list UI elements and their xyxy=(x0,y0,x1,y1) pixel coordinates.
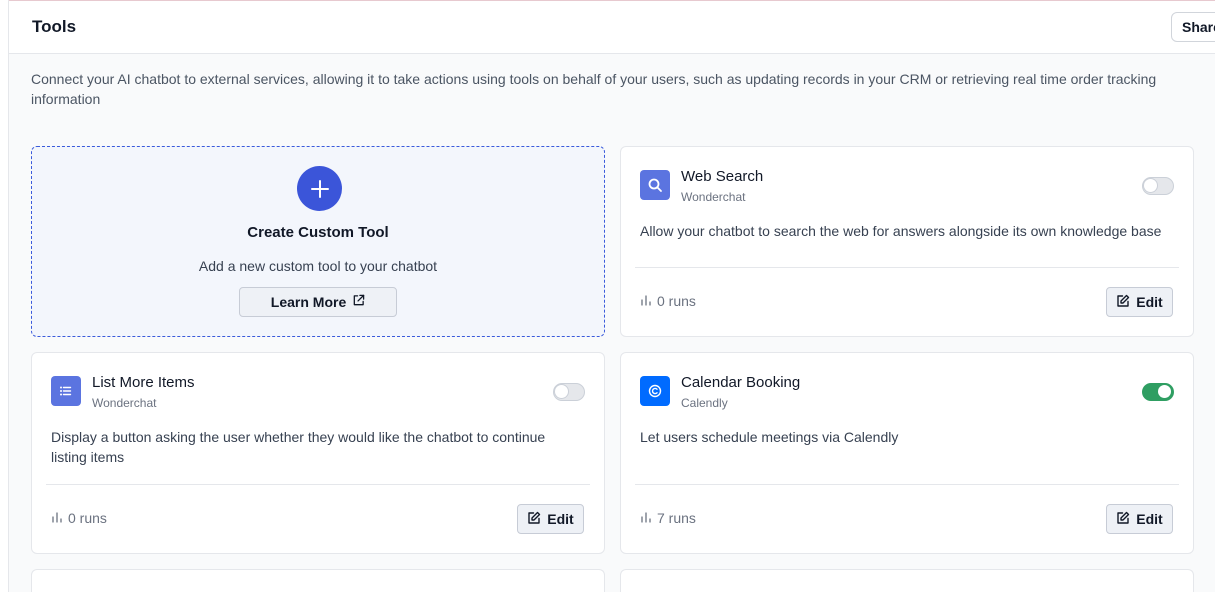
create-tool-subtitle: Add a new custom tool to your chatbot xyxy=(198,258,438,274)
run-count: 7 runs xyxy=(640,510,696,526)
tool-card-calendar-booking: Calendar Booking Calendly Let users sche… xyxy=(620,352,1194,554)
left-sidebar-edge xyxy=(0,0,9,592)
tool-card-partial-left xyxy=(31,569,605,592)
run-count: 0 runs xyxy=(51,510,107,526)
bar-chart-icon xyxy=(640,293,652,309)
tool-name: Calendar Booking xyxy=(681,374,801,391)
edit-icon xyxy=(527,511,541,528)
edit-icon xyxy=(1116,511,1130,528)
edit-label: Edit xyxy=(1136,294,1163,310)
page-title: Tools xyxy=(32,17,77,36)
tool-description: Let users schedule meetings via Calendly xyxy=(640,429,899,445)
bar-chart-icon xyxy=(640,510,652,526)
run-count: 0 runs xyxy=(640,293,696,309)
edit-calendar-booking-button[interactable]: Edit xyxy=(1106,504,1173,534)
create-tool-title: Create Custom Tool xyxy=(247,224,389,241)
list-more-items-toggle[interactable] xyxy=(553,383,585,401)
page-header: Tools Share xyxy=(9,1,1215,54)
tool-card-list-more-items: List More Items Wonderchat Display a but… xyxy=(31,352,605,554)
plus-icon[interactable] xyxy=(297,166,342,211)
bar-chart-icon xyxy=(51,510,63,526)
learn-more-button[interactable]: Learn More xyxy=(239,287,397,317)
run-count-label: 0 runs xyxy=(657,293,696,309)
toggle-knob xyxy=(1144,179,1157,192)
edit-label: Edit xyxy=(547,511,574,527)
edit-icon xyxy=(1116,294,1130,311)
toggle-knob xyxy=(1158,385,1171,398)
list-icon xyxy=(51,376,81,406)
page-description: Connect your AI chatbot to external serv… xyxy=(31,71,1157,107)
tool-name: Web Search xyxy=(681,168,764,185)
card-divider xyxy=(635,484,1179,485)
edit-label: Edit xyxy=(1136,511,1163,527)
learn-more-label: Learn More xyxy=(270,294,347,310)
calendly-icon xyxy=(640,376,670,406)
web-search-toggle[interactable] xyxy=(1142,177,1174,195)
create-custom-tool-card[interactable]: Create Custom Tool Add a new custom tool… xyxy=(31,146,605,337)
edit-web-search-button[interactable]: Edit xyxy=(1106,287,1173,317)
tool-card-web-search: Web Search Wonderchat Allow your chatbot… xyxy=(620,146,1194,337)
run-count-label: 7 runs xyxy=(657,510,696,526)
share-button[interactable]: Share xyxy=(1171,12,1215,42)
tool-name: List More Items xyxy=(92,374,195,391)
edit-list-more-items-button[interactable]: Edit xyxy=(517,504,584,534)
tool-description: Display a button asking the user whether… xyxy=(51,429,546,465)
tool-card-partial-right xyxy=(620,569,1194,592)
card-divider xyxy=(46,484,590,485)
card-divider xyxy=(635,267,1179,268)
tool-description: Allow your chatbot to search the web for… xyxy=(640,223,1162,239)
calendar-booking-toggle[interactable] xyxy=(1142,383,1174,401)
search-icon xyxy=(640,170,670,200)
external-link-icon xyxy=(352,294,365,310)
tool-vendor: Wonderchat xyxy=(92,396,157,410)
tool-vendor: Wonderchat xyxy=(681,190,746,204)
toggle-knob xyxy=(555,385,568,398)
run-count-label: 0 runs xyxy=(68,510,107,526)
tool-vendor: Calendly xyxy=(681,396,728,410)
